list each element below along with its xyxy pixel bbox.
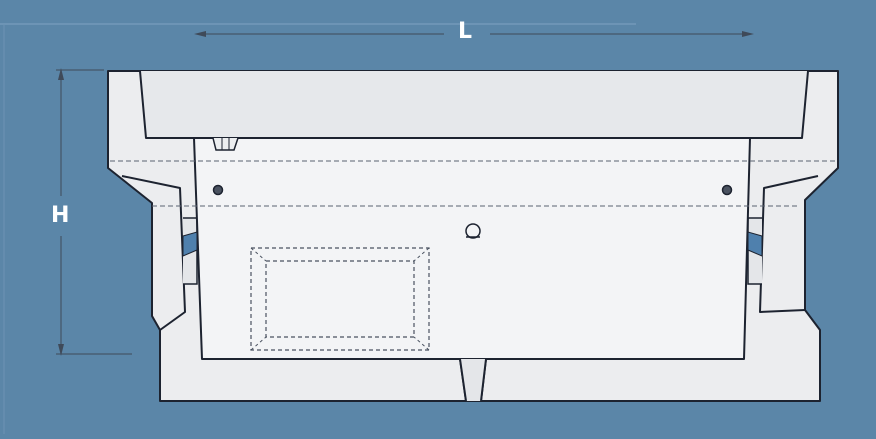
height-label: H (51, 203, 70, 228)
grating-plate (193, 137, 751, 360)
length-label: L (458, 19, 473, 44)
lifting-hole (465, 223, 481, 239)
latch-detail (212, 137, 239, 151)
diagram-canvas: L H (0, 0, 876, 434)
bolt-right (721, 184, 733, 196)
bolt-left (212, 184, 224, 196)
grating-top-rim (139, 70, 809, 139)
channel-diagram (0, 0, 876, 434)
